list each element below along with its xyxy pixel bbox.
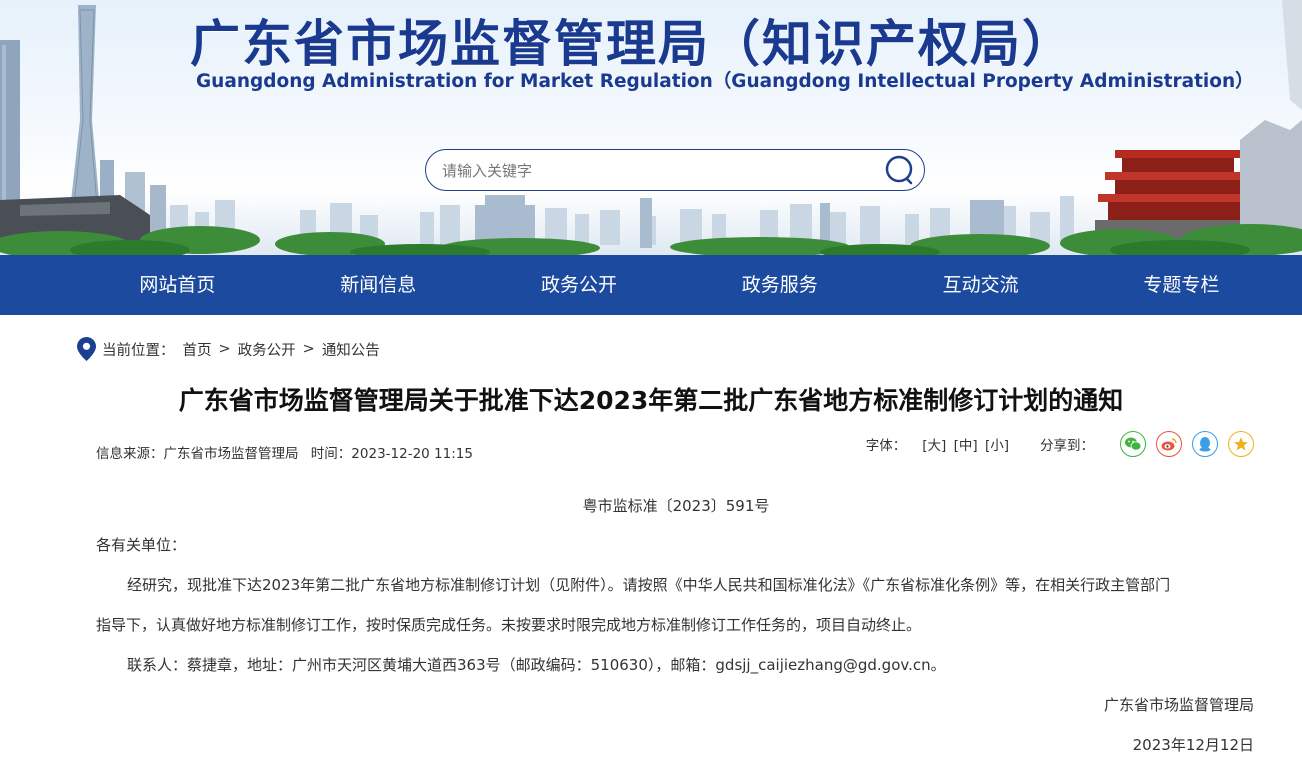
header-banner: 广东省市场监督管理局（知识产权局） Guangdong Administrati…	[0, 0, 1302, 255]
signature: 广东省市场监督管理局	[1103, 696, 1254, 714]
contact-info: 联系人：蔡捷章，地址：广州市天河区黄埔大道西363号（邮政编码：510630），…	[127, 656, 946, 674]
font-size-label: 字体：	[865, 438, 907, 454]
share-qq-button[interactable]	[1192, 431, 1218, 457]
nav-home[interactable]: 网站首页	[77, 255, 278, 315]
search-button[interactable]	[884, 154, 916, 186]
nav-news[interactable]: 新闻信息	[278, 255, 479, 315]
nav-government-services[interactable]: 政务服务	[679, 255, 880, 315]
breadcrumb-separator: >	[302, 341, 315, 357]
nav-special-topics[interactable]: 专题专栏	[1081, 255, 1282, 315]
share-label: 分享到：	[1040, 438, 1094, 454]
breadcrumb-home[interactable]: 首页	[183, 339, 212, 360]
site-title-chinese: 广东省市场监督管理局（知识产权局）	[190, 15, 1074, 73]
share-weibo-button[interactable]	[1156, 431, 1182, 457]
share-qzone-button[interactable]	[1228, 431, 1254, 457]
issue-date: 2023年12月12日	[1132, 736, 1254, 754]
source-label: 信息来源：	[96, 446, 164, 462]
font-size-small[interactable]: [小]	[985, 438, 1009, 454]
location-pin-icon	[77, 337, 96, 361]
time-value: 2023-12-20 11:15	[351, 446, 473, 462]
search-input[interactable]	[440, 158, 864, 184]
share-wechat-button[interactable]	[1120, 431, 1146, 457]
nav-government-affairs[interactable]: 政务公开	[479, 255, 680, 315]
site-title-english: Guangdong Administration for Market Regu…	[196, 71, 1254, 92]
qq-icon	[1199, 437, 1211, 452]
font-size-large[interactable]: [大]	[922, 438, 946, 454]
search-bar	[425, 149, 925, 191]
breadcrumb: 当前位置： 首页 > 政务公开 > 通知公告	[0, 315, 1302, 381]
salutation: 各有关单位：	[96, 536, 187, 554]
paragraph-line: 指导下，认真做好地方标准制修订工作，按时保质完成任务。未按要求时限完成地方标准制…	[96, 616, 922, 634]
weibo-icon	[1161, 438, 1177, 451]
document-number: 粤市监标准〔2023〕591号	[582, 497, 770, 515]
font-size-medium[interactable]: [中]	[954, 438, 978, 454]
article-title: 广东省市场监督管理局关于批准下达2023年第二批广东省地方标准制修订计划的通知	[178, 386, 1124, 415]
qzone-star-icon	[1234, 437, 1248, 451]
nav-interaction[interactable]: 互动交流	[880, 255, 1081, 315]
search-icon	[885, 155, 913, 185]
wechat-icon	[1125, 437, 1141, 451]
breadcrumb-notices[interactable]: 通知公告	[322, 339, 380, 360]
article-meta: 信息来源：广东省市场监督管理局 时间：2023-12-20 11:15 字体： …	[0, 421, 1302, 483]
main-navigation: 网站首页 新闻信息 政务公开 政务服务 互动交流 专题专栏	[0, 255, 1302, 315]
paragraph-line: 经研究，现批准下达2023年第二批广东省地方标准制修订计划（见附件）。请按照《中…	[127, 576, 1171, 594]
source-value: 广东省市场监督管理局	[163, 446, 299, 462]
breadcrumb-separator: >	[218, 341, 231, 357]
breadcrumb-label: 当前位置：	[102, 342, 175, 359]
time-label: 时间：	[310, 446, 352, 462]
breadcrumb-government-affairs[interactable]: 政务公开	[238, 339, 296, 360]
